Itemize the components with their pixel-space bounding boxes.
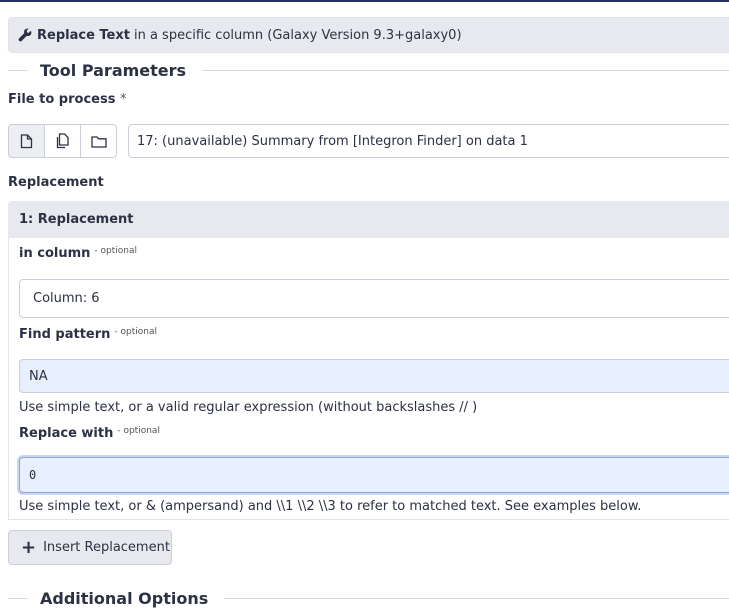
replace-with-label: Replace with - optional [19,426,160,441]
find-pattern-input[interactable]: NA [19,359,729,393]
additional-options-section[interactable]: Additional Options [8,589,729,608]
top-navbar-edge [0,0,729,2]
tool-parameters-section: Tool Parameters [8,61,729,80]
tool-name: Replace Text [37,27,130,43]
optional-tag: - optional [114,327,158,337]
find-pattern-help: Use simple text, or a valid regular expr… [19,400,478,415]
wrench-icon [18,28,32,42]
replacement-label: Replacement [8,175,104,190]
folder-icon [90,135,107,148]
find-pattern-label: Find pattern - optional [19,327,158,342]
in-column-select[interactable]: Column: 6 [19,279,729,318]
replace-with-input[interactable]: 0 [19,457,729,493]
optional-tag: - optional [94,246,137,256]
tool-header[interactable]: Replace Text in a specific column (Galax… [8,17,729,53]
optional-tag: - optional [117,426,160,436]
file-icon [20,133,33,148]
dataset-collection-button[interactable] [80,124,117,158]
section-title: Additional Options [40,589,209,608]
replacement-item-header[interactable]: 1: Replacement [8,201,729,238]
insert-replacement-label: Insert Replacement [43,540,170,555]
replace-with-help: Use simple text, or & (ampersand) and \\… [19,499,642,514]
dataset-type-button-group [8,124,117,158]
in-column-label: in column - optional [19,246,137,261]
section-title: Tool Parameters [40,61,187,80]
files-icon [56,133,69,149]
required-mark: * [119,92,127,107]
tool-description: in a specific column (Galaxy Version 9.3… [133,27,462,43]
single-dataset-button[interactable] [8,124,45,158]
file-to-process-select[interactable]: 17: (unavailable) Summary from [Integron… [128,124,729,158]
insert-replacement-button[interactable]: + Insert Replacement [8,530,172,565]
file-to-process-label: File to process * [8,92,127,107]
plus-icon: + [21,536,37,558]
multiple-datasets-button[interactable] [44,124,81,158]
